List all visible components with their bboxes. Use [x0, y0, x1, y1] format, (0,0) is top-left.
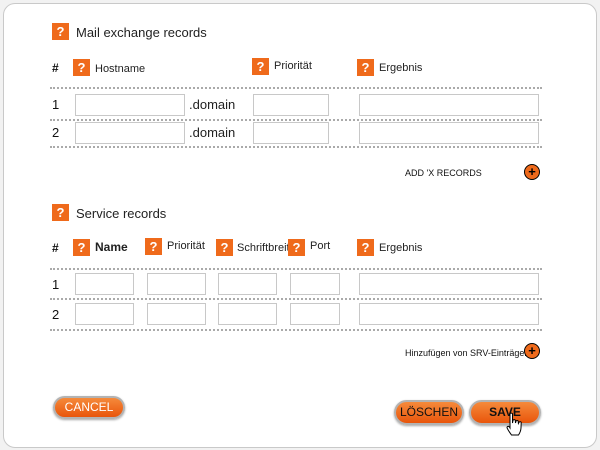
delete-button[interactable]: LÖSCHEN: [394, 400, 464, 425]
srv-priority-input[interactable]: [147, 303, 206, 325]
mx-hash-header: #: [52, 61, 59, 75]
mx-result-input[interactable]: [359, 122, 539, 144]
srv-name-input[interactable]: [75, 303, 134, 325]
divider: [50, 87, 542, 89]
srv-weight-input[interactable]: [218, 273, 277, 295]
mx-result-header: Ergebnis: [379, 62, 423, 74]
help-icon[interactable]: ?: [252, 58, 269, 75]
cancel-button[interactable]: CANCEL: [53, 396, 125, 419]
srv-port-input[interactable]: [290, 303, 340, 325]
srv-row-number: 2: [52, 307, 60, 322]
srv-name-header: Name: [95, 240, 128, 254]
mx-row-number: 2: [52, 125, 60, 140]
divider: [50, 146, 542, 148]
srv-section-heading: Service records: [76, 206, 167, 221]
divider: [50, 119, 542, 121]
srv-hash-header: #: [52, 241, 59, 255]
hand-cursor-icon: [506, 412, 522, 436]
srv-port-input[interactable]: [290, 273, 340, 295]
srv-priority-input[interactable]: [147, 273, 206, 295]
add-srv-records-link[interactable]: Hinzufügen von SRV-Einträgen: [405, 348, 529, 358]
help-icon[interactable]: ?: [145, 238, 162, 255]
help-icon[interactable]: ?: [288, 239, 305, 256]
srv-weight-header: Schriftbreite: [237, 242, 296, 254]
srv-weight-input[interactable]: [218, 303, 277, 325]
help-icon[interactable]: ?: [357, 239, 374, 256]
help-icon[interactable]: ?: [216, 239, 233, 256]
add-mx-records-link[interactable]: ADD 'X RECORDS: [405, 168, 482, 178]
mx-hostname-header: Hostname: [95, 63, 146, 75]
mx-section-heading: Mail exchange records: [76, 25, 207, 40]
help-icon[interactable]: ?: [73, 59, 90, 76]
help-icon[interactable]: ?: [52, 23, 69, 40]
help-icon[interactable]: ?: [52, 204, 69, 221]
mx-row-number: 1: [52, 97, 60, 112]
add-mx-record-button[interactable]: +: [524, 164, 540, 180]
mx-result-input[interactable]: [359, 94, 539, 116]
mx-hostname-input[interactable]: [75, 94, 185, 116]
divider: [50, 298, 542, 300]
mx-domain-suffix: .domain: [189, 125, 236, 140]
help-icon[interactable]: ?: [73, 239, 90, 256]
mx-priority-input[interactable]: [253, 94, 329, 116]
divider: [50, 329, 542, 331]
mx-priority-input[interactable]: [253, 122, 329, 144]
mx-priority-header: Priorität: [274, 60, 312, 72]
srv-priority-header: Priorität: [167, 240, 205, 252]
mx-hostname-input[interactable]: [75, 122, 185, 144]
mx-domain-suffix: .domain: [189, 97, 236, 112]
divider: [50, 268, 542, 270]
srv-result-input[interactable]: [359, 273, 539, 295]
add-srv-record-button[interactable]: +: [524, 343, 540, 359]
srv-result-header: Ergebnis: [379, 242, 423, 254]
srv-port-header: Port: [310, 240, 331, 252]
srv-result-input[interactable]: [359, 303, 539, 325]
srv-row-number: 1: [52, 277, 60, 292]
help-icon[interactable]: ?: [357, 59, 374, 76]
srv-name-input[interactable]: [75, 273, 134, 295]
